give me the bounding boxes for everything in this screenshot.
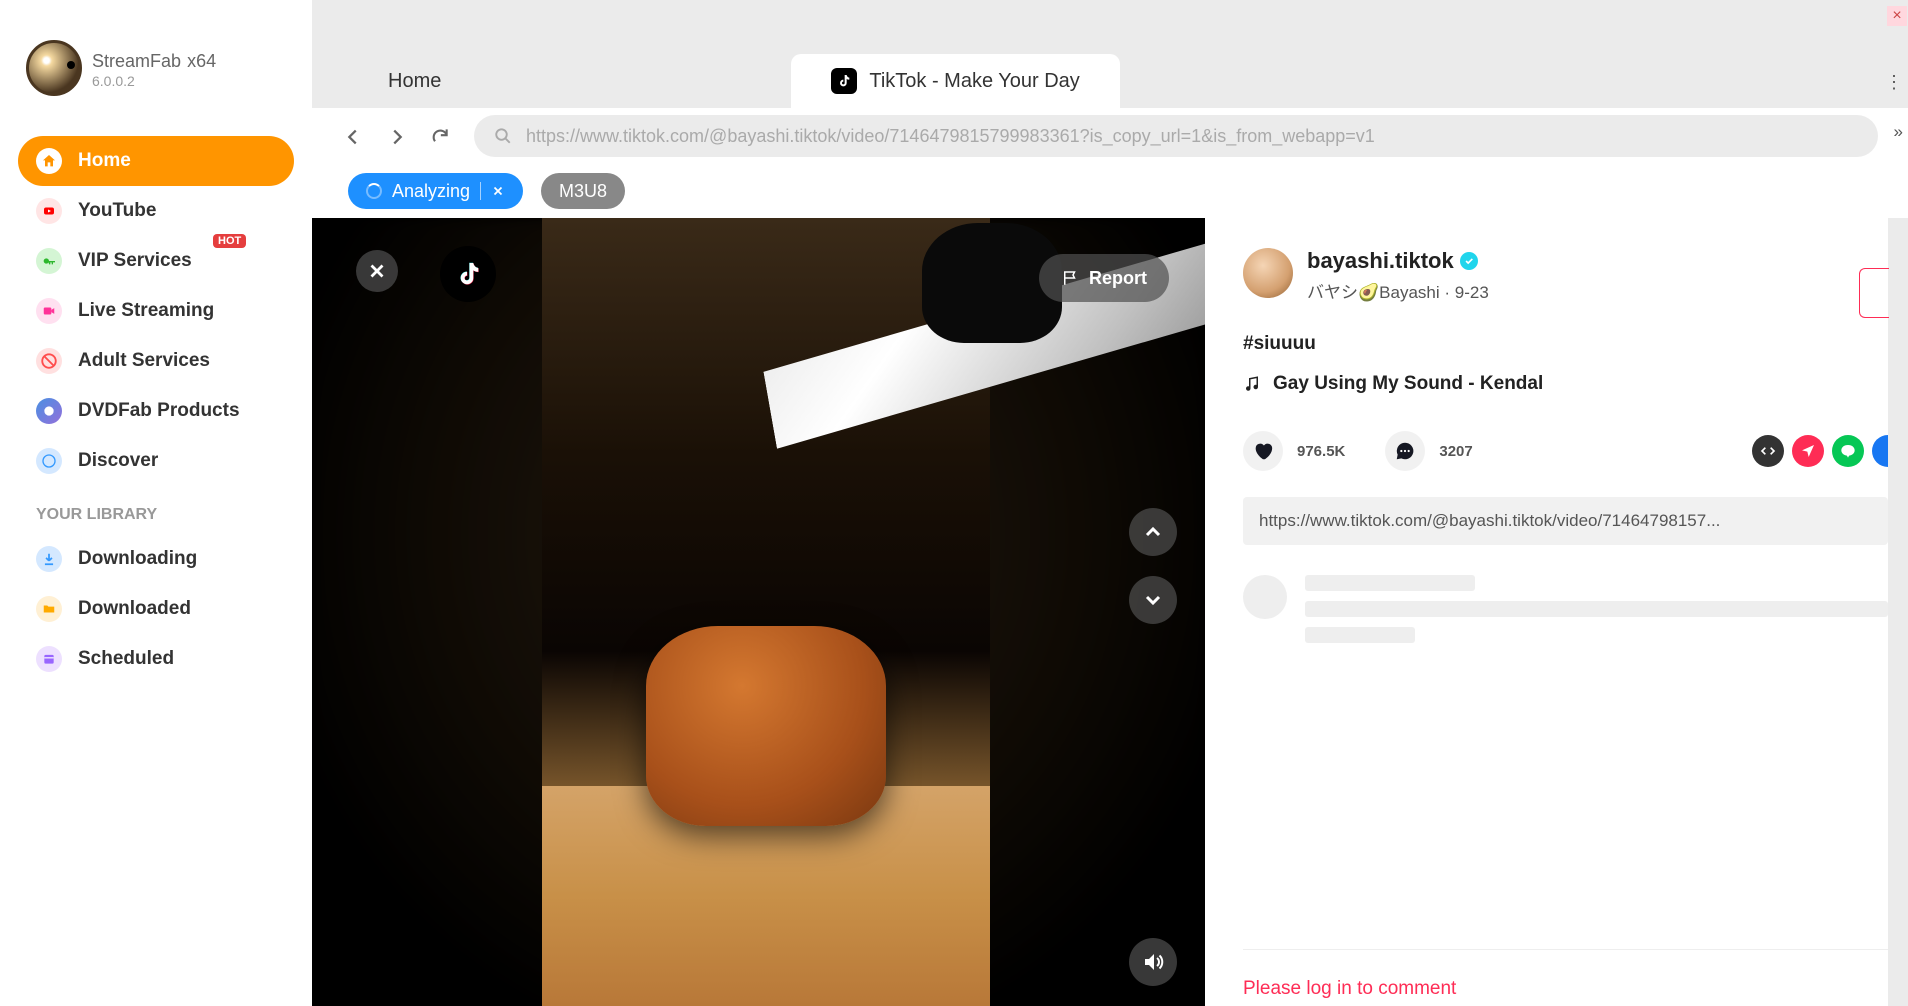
nav-label: DVDFab Products [78, 400, 240, 422]
outer-close-icon[interactable]: × [1887, 6, 1907, 26]
sidebar: StreamFab x64 6.0.0.2 Home YouTube VIP S… [0, 0, 312, 1006]
embed-share-icon[interactable] [1752, 435, 1784, 467]
address-bar-row: https://www.tiktok.com/@bayashi.tiktok/v… [312, 108, 1908, 164]
search-icon [494, 127, 512, 145]
video-frame [542, 218, 990, 1006]
app-logo: StreamFab x64 6.0.0.2 [18, 40, 294, 96]
facebook-share-icon[interactable] [1872, 435, 1888, 467]
volume-button[interactable] [1129, 938, 1177, 986]
spinner-icon [366, 183, 382, 199]
username[interactable]: bayashi.tiktok [1307, 248, 1489, 274]
nav-home[interactable]: Home [18, 136, 294, 186]
nav-vip[interactable]: VIP Services HOT [18, 236, 294, 286]
m3u8-chip[interactable]: M3U8 [541, 173, 625, 209]
tab-tiktok[interactable]: TikTok - Make Your Day [791, 54, 1119, 108]
outer-frame-edge: × ⋮ » [1887, 0, 1907, 1006]
flag-icon [1061, 269, 1079, 287]
address-bar[interactable]: https://www.tiktok.com/@bayashi.tiktok/v… [474, 115, 1878, 157]
forward-button[interactable] [386, 126, 406, 146]
lib-downloaded[interactable]: Downloaded [18, 584, 294, 634]
chip-label: Analyzing [392, 181, 470, 202]
close-icon[interactable] [491, 184, 505, 198]
author-row[interactable]: bayashi.tiktok バヤシ🥑Bayashi · 9-23 [1243, 248, 1888, 303]
report-button[interactable]: Report [1039, 254, 1169, 302]
lib-downloading[interactable]: Downloading [18, 534, 294, 584]
report-label: Report [1089, 268, 1147, 289]
webpage: Report bayashi.tiktok [312, 218, 1888, 1006]
avatar[interactable] [1243, 248, 1293, 298]
kebab-icon[interactable]: ⋮ [1885, 72, 1903, 93]
music-note-icon [1243, 375, 1261, 393]
verified-badge-icon [1460, 252, 1478, 270]
music-row[interactable]: Gay Using My Sound - Kendal [1243, 373, 1888, 395]
share-icons [1752, 435, 1888, 467]
analyzing-chip[interactable]: Analyzing [348, 173, 523, 209]
tiktok-icon [831, 68, 857, 94]
nav-label: Adult Services [78, 350, 210, 372]
tab-home[interactable]: Home [348, 54, 481, 108]
youtube-icon [36, 198, 62, 224]
key-icon [36, 248, 62, 274]
tab-label: Home [388, 70, 441, 93]
send-share-icon[interactable] [1792, 435, 1824, 467]
nav-discover[interactable]: Discover [18, 436, 294, 486]
nav-label: Home [78, 150, 131, 172]
nav-label: Discover [78, 450, 158, 472]
back-button[interactable] [342, 126, 362, 146]
nav-dvdfab[interactable]: DVDFab Products [18, 386, 294, 436]
compass-icon [36, 448, 62, 474]
expand-icon[interactable]: » [1894, 122, 1903, 142]
lib-scheduled[interactable]: Scheduled [18, 634, 294, 684]
calendar-icon [36, 646, 62, 672]
like-button[interactable] [1243, 431, 1283, 471]
next-video-button[interactable] [1129, 576, 1177, 624]
video-info-panel: bayashi.tiktok バヤシ🥑Bayashi · 9-23 #siuuu… [1205, 218, 1888, 1006]
content-area: Home TikTok - Make Your Day https://www.… [312, 0, 1908, 1006]
eighteen-plus-icon [36, 348, 62, 374]
chip-label: M3U8 [559, 181, 607, 202]
nav-live[interactable]: Live Streaming [18, 286, 294, 336]
nav-adult[interactable]: Adult Services [18, 336, 294, 386]
music-title: Gay Using My Sound - Kendal [1273, 373, 1543, 395]
caption[interactable]: #siuuuu [1243, 333, 1888, 355]
download-icon [36, 546, 62, 572]
app-name: StreamFab x64 [92, 47, 216, 73]
status-chips: Analyzing M3U8 [312, 164, 1908, 218]
video-player[interactable]: Report [312, 218, 1205, 1006]
nav-youtube[interactable]: YouTube [18, 186, 294, 236]
comment-button[interactable] [1385, 431, 1425, 471]
reload-button[interactable] [430, 126, 450, 146]
hot-badge: HOT [213, 234, 246, 248]
comment-count: 3207 [1439, 443, 1472, 460]
comment-skeleton [1243, 575, 1888, 643]
lib-label: Scheduled [78, 648, 174, 670]
lib-label: Downloading [78, 548, 197, 570]
user-display-line: バヤシ🥑Bayashi · 9-23 [1307, 278, 1489, 303]
sloth-logo-icon [26, 40, 82, 96]
lib-label: Downloaded [78, 598, 191, 620]
app-version: 6.0.0.2 [92, 73, 216, 89]
tiktok-logo-icon [440, 246, 496, 302]
folder-icon [36, 596, 62, 622]
line-share-icon[interactable] [1832, 435, 1864, 467]
stats-row: 976.5K 3207 [1243, 431, 1888, 471]
like-count: 976.5K [1297, 443, 1345, 460]
dvdfab-icon [36, 398, 62, 424]
share-link-box[interactable]: https://www.tiktok.com/@bayashi.tiktok/v… [1243, 497, 1888, 545]
tab-label: TikTok - Make Your Day [869, 70, 1079, 93]
home-icon [36, 148, 62, 174]
prev-video-button[interactable] [1129, 508, 1177, 556]
camera-icon [36, 298, 62, 324]
follow-button[interactable] [1859, 268, 1889, 318]
address-text: https://www.tiktok.com/@bayashi.tiktok/v… [526, 126, 1375, 147]
nav-label: Live Streaming [78, 300, 214, 322]
nav-label: VIP Services [78, 250, 192, 272]
login-to-comment[interactable]: Please log in to comment [1243, 949, 1888, 1000]
tab-bar: Home TikTok - Make Your Day [312, 0, 1908, 108]
video-close-button[interactable] [356, 250, 398, 292]
nav-label: YouTube [78, 200, 156, 222]
library-header: YOUR LIBRARY [18, 486, 294, 534]
